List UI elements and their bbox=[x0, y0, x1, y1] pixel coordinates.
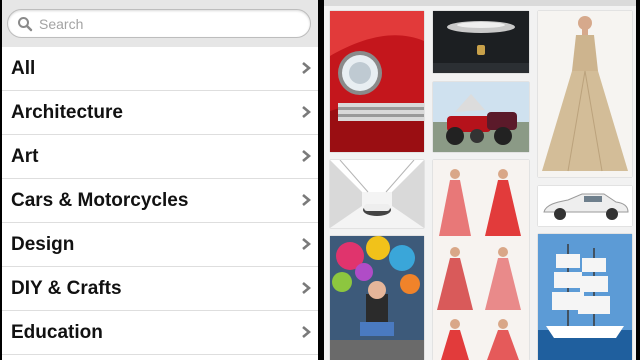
pin-grid bbox=[324, 0, 636, 360]
gold-dress-pin[interactable] bbox=[538, 11, 632, 177]
chevron-right-icon bbox=[302, 106, 311, 118]
motorcycle-pin[interactable] bbox=[433, 82, 529, 152]
car-top-pin[interactable] bbox=[433, 11, 529, 73]
category-label: DIY & Crafts bbox=[11, 278, 122, 299]
colorful-art-pin[interactable] bbox=[330, 236, 424, 360]
category-label: Cars & Motorcycles bbox=[11, 190, 189, 211]
category-item-architecture[interactable]: Architecture bbox=[2, 91, 318, 135]
category-list: All Architecture Art Cars & Motorcycles … bbox=[2, 47, 318, 355]
category-item-all[interactable]: All bbox=[2, 47, 318, 91]
pink-dresses-pin[interactable] bbox=[433, 160, 529, 360]
category-item-art[interactable]: Art bbox=[2, 135, 318, 179]
chevron-right-icon bbox=[302, 62, 311, 74]
white-car-pin[interactable] bbox=[538, 186, 632, 226]
chevron-right-icon bbox=[302, 326, 311, 338]
category-label: Education bbox=[11, 322, 103, 343]
search-input[interactable]: Search bbox=[7, 9, 311, 38]
category-item-design[interactable]: Design bbox=[2, 223, 318, 267]
category-label: All bbox=[11, 58, 36, 79]
category-label: Design bbox=[11, 234, 75, 255]
tunnel-car-pin[interactable] bbox=[330, 160, 424, 228]
red-car-pin[interactable] bbox=[330, 11, 424, 152]
category-label: Architecture bbox=[11, 102, 123, 123]
category-item-cars-motorcycles[interactable]: Cars & Motorcycles bbox=[2, 179, 318, 223]
chevron-right-icon bbox=[302, 238, 311, 250]
chevron-right-icon bbox=[302, 282, 311, 294]
chevron-right-icon bbox=[302, 150, 311, 162]
search-bar: Search bbox=[2, 0, 318, 48]
category-label: Art bbox=[11, 146, 39, 167]
search-placeholder: Search bbox=[39, 16, 84, 32]
search-icon bbox=[18, 17, 33, 32]
grid-top-bar bbox=[324, 0, 636, 6]
sailing-ship-pin[interactable] bbox=[538, 234, 632, 360]
category-panel: Search All Architecture Art Cars & Motor… bbox=[2, 0, 318, 360]
screen-edge bbox=[636, 0, 640, 360]
chevron-right-icon bbox=[302, 194, 311, 206]
category-item-education[interactable]: Education bbox=[2, 311, 318, 355]
category-item-diy-crafts[interactable]: DIY & Crafts bbox=[2, 267, 318, 311]
